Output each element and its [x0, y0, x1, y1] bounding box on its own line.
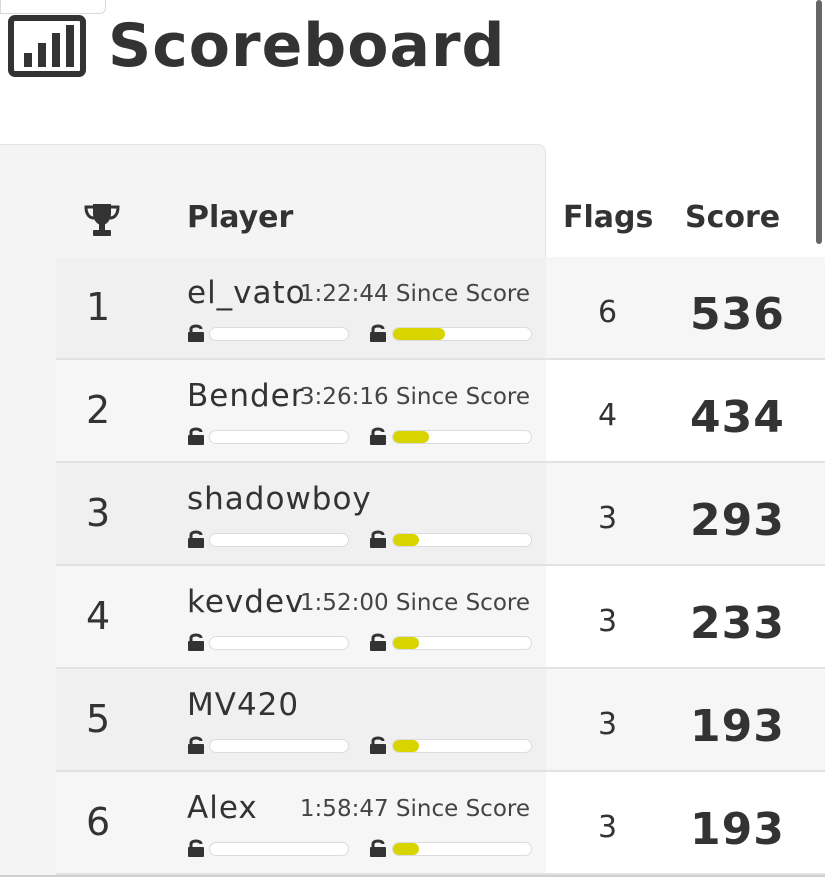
unlock-icon [370, 633, 386, 651]
unlock-icon [370, 736, 386, 754]
unlock-icon [188, 530, 204, 548]
page-title: Scoreboard [8, 8, 505, 84]
score-value: 536 [690, 289, 785, 340]
table-row[interactable]: 5 MV420 3 193 [56, 669, 825, 772]
progress-bar-2 [392, 327, 532, 341]
unlock-icon [188, 427, 204, 445]
player-name[interactable]: Alex [187, 790, 258, 826]
scoreboard-rows: 1 el_vato 1:22:44 Since Score 6 536 2 Be… [56, 257, 825, 875]
progress-bar-1 [209, 636, 349, 650]
flags-count: 3 [598, 501, 618, 536]
score-value: 233 [690, 598, 785, 649]
unlock-icon [188, 736, 204, 754]
score-value: 193 [690, 701, 785, 752]
bar-chart-icon [8, 15, 86, 77]
header-score[interactable]: Score [685, 200, 780, 235]
since-score-time: 3:26:16 Since Score [299, 384, 530, 410]
progress-bar-2 [392, 636, 532, 650]
progress-fill [393, 431, 429, 443]
player-name[interactable]: kevdev [187, 584, 304, 620]
progress-bar-1 [209, 327, 349, 341]
score-value: 434 [690, 392, 785, 443]
rank-number: 3 [86, 491, 111, 535]
table-row[interactable]: 2 Bender 3:26:16 Since Score 4 434 [56, 360, 825, 463]
unlock-icon [188, 633, 204, 651]
player-name[interactable]: el_vato [187, 275, 306, 311]
player-name[interactable]: shadowboy [187, 481, 372, 517]
since-score-time: 1:52:00 Since Score [299, 590, 530, 616]
row-background [56, 772, 546, 873]
score-value: 293 [690, 495, 785, 546]
table-row[interactable]: 3 shadowboy 3 293 [56, 463, 825, 566]
rank-number: 6 [86, 800, 111, 844]
trophy-icon [84, 204, 120, 236]
player-name[interactable]: Bender [187, 378, 304, 414]
flags-count: 4 [598, 398, 618, 433]
rank-number: 4 [86, 594, 111, 638]
unlock-icon [370, 839, 386, 857]
table-row[interactable]: 4 kevdev 1:52:00 Since Score 3 233 [56, 566, 825, 669]
rank-number: 1 [86, 285, 111, 329]
progress-bar-2 [392, 739, 532, 753]
flags-count: 3 [598, 604, 618, 639]
unlock-icon [370, 427, 386, 445]
progress-fill [393, 534, 420, 546]
header-flags[interactable]: Flags [563, 200, 653, 235]
table-row[interactable]: 6 Alex 1:58:47 Since Score 3 193 [56, 772, 825, 875]
page-title-text: Scoreboard [108, 11, 506, 81]
flags-count: 3 [598, 810, 618, 845]
progress-fill [393, 740, 420, 752]
unlock-icon [188, 324, 204, 342]
progress-bar-1 [209, 739, 349, 753]
progress-bar-1 [209, 430, 349, 444]
progress-fill [393, 328, 446, 340]
player-name[interactable]: MV420 [187, 687, 299, 723]
table-row[interactable]: 1 el_vato 1:22:44 Since Score 6 536 [56, 257, 825, 360]
progress-bar-1 [209, 842, 349, 856]
progress-fill [393, 637, 420, 649]
table-header: Player Flags Score [0, 186, 825, 256]
unlock-icon [188, 839, 204, 857]
score-value: 193 [690, 804, 785, 855]
progress-bar-2 [392, 842, 532, 856]
flags-count: 3 [598, 707, 618, 742]
header-player[interactable]: Player [187, 200, 293, 235]
row-background [56, 669, 546, 770]
progress-bar-1 [209, 533, 349, 547]
since-score-time: 1:58:47 Since Score [299, 796, 530, 822]
rank-number: 5 [86, 697, 111, 741]
since-score-time: 1:22:44 Since Score [299, 281, 530, 307]
flags-count: 6 [598, 295, 618, 330]
progress-fill [393, 843, 420, 855]
progress-bar-2 [392, 430, 532, 444]
rank-number: 2 [86, 388, 111, 432]
unlock-icon [370, 324, 386, 342]
unlock-icon [370, 530, 386, 548]
progress-bar-2 [392, 533, 532, 547]
